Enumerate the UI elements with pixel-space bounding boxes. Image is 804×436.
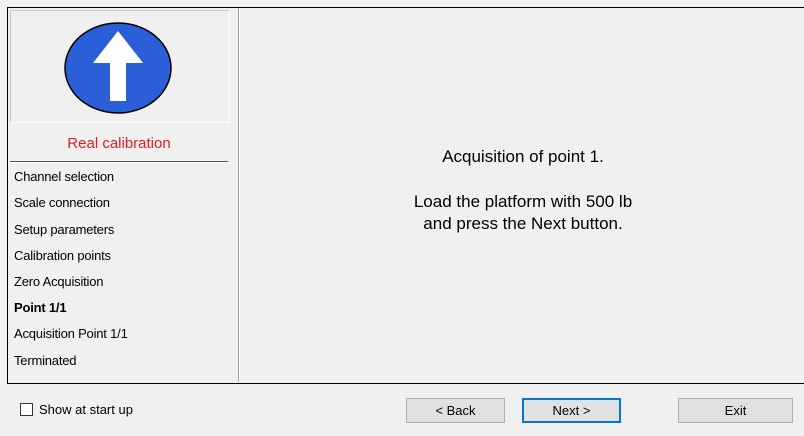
step-scale-connection: Scale connection xyxy=(14,195,110,210)
steps-title-rule xyxy=(10,161,228,163)
steps-list: Real calibration Channel selection Scale… xyxy=(10,128,232,380)
show-at-startup-option[interactable]: Show at start up xyxy=(20,400,133,418)
step-calibration-points: Calibration points xyxy=(14,248,111,263)
show-at-startup-checkbox[interactable] xyxy=(20,402,33,416)
step-point-current: Point 1/1 xyxy=(14,300,67,315)
step-terminated: Terminated xyxy=(14,353,77,368)
panel-divider xyxy=(238,8,240,382)
footer-separator xyxy=(7,383,804,384)
left-panel: Real calibration Channel selection Scale… xyxy=(8,8,233,382)
step-channel-selection: Channel selection xyxy=(14,169,114,184)
show-at-startup-label: Show at start up xyxy=(39,401,133,417)
step-setup-parameters: Setup parameters xyxy=(14,222,115,237)
up-arrow-icon xyxy=(64,22,172,114)
instruction-message: Acquisition of point 1. Load the platfor… xyxy=(241,146,804,235)
steps-title: Real calibration xyxy=(67,135,171,152)
step-icon-box xyxy=(10,10,230,123)
exit-button[interactable]: Exit xyxy=(678,398,793,423)
message-line-1: Acquisition of point 1. xyxy=(442,147,604,166)
message-line-2: Load the platform with 500 lb xyxy=(413,192,633,211)
next-button[interactable]: Next > xyxy=(522,398,621,423)
message-line-3: and press the Next button. xyxy=(423,214,623,233)
back-button[interactable]: < Back xyxy=(406,398,505,423)
step-zero-acquisition: Zero Acquisition xyxy=(14,274,104,289)
wizard-frame: Real calibration Channel selection Scale… xyxy=(7,7,804,383)
step-acquisition-point: Acquisition Point 1/1 xyxy=(14,326,128,341)
